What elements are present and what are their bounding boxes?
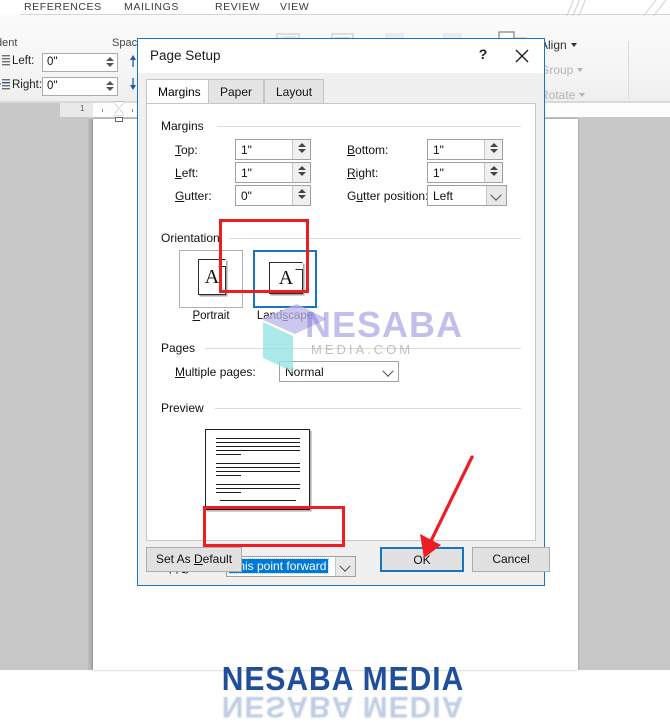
gutter-position-chevron-down-icon[interactable]	[486, 186, 506, 205]
left-margin-spinner[interactable]	[292, 163, 310, 182]
group-caret-icon	[577, 68, 584, 72]
rotate-label: Rotate	[540, 88, 576, 102]
multiple-pages-select[interactable]: Normal	[279, 361, 399, 382]
page-preview	[205, 429, 310, 510]
tab-layout[interactable]: Layout	[264, 79, 325, 103]
indent-right-label: Right:	[12, 79, 43, 91]
indent-right-value: 0"	[47, 80, 58, 92]
multiple-pages-label: Multiple pages:	[175, 365, 256, 379]
indent-right-icon	[0, 79, 10, 92]
preview-group-title: Preview	[161, 401, 210, 415]
gutter-position-value: Left	[433, 189, 454, 203]
orientation-group: Orientation A Portrait A Landscape	[161, 231, 521, 322]
ribbon-tab-review[interactable]: REVIEW	[215, 0, 260, 15]
ruler-first-line-indent-marker[interactable]	[114, 102, 124, 108]
help-icon[interactable]: ?	[474, 46, 492, 66]
ribbon-tab-view[interactable]: VIEW	[280, 0, 309, 15]
rotate-caret-icon	[579, 93, 586, 97]
indent-left-row: Left: 0"	[0, 53, 124, 72]
ruler-hanging-indent-marker[interactable]	[114, 109, 124, 115]
ribbon-tab-references[interactable]: REFERENCES	[24, 0, 102, 15]
gutter-input[interactable]: 0"	[235, 185, 311, 206]
indent-right-row: Right: 0"	[0, 77, 124, 96]
orientation-landscape-label: Landscape	[256, 310, 314, 322]
indent-left-input[interactable]: 0"	[42, 53, 118, 72]
align-caret-icon	[570, 43, 577, 47]
right-margin-value: 1"	[433, 166, 444, 180]
dialog-title: Page Setup	[150, 48, 221, 63]
gutter-position-select[interactable]: Left	[427, 185, 507, 206]
gutter-value: 0"	[241, 189, 252, 203]
margins-group-title: Margins	[161, 119, 210, 133]
orientation-portrait-label: Portrait	[192, 310, 230, 322]
right-margin-label: Right:	[347, 166, 379, 180]
tab-margins[interactable]: Margins	[146, 79, 213, 104]
ruler-tick-label: 1	[80, 104, 85, 113]
bottom-margin-spinner[interactable]	[484, 140, 502, 159]
left-margin-input[interactable]: 1"	[235, 162, 311, 183]
multiple-pages-chevron-down-icon[interactable]	[379, 362, 398, 381]
pages-group: Pages Multiple pages: Normal	[161, 341, 521, 390]
cancel-button[interactable]: Cancel	[472, 547, 550, 572]
left-margin-label: Left:	[175, 166, 199, 180]
margins-tab-panel: Margins Top: 1" Bottom: 1" Left: 1" Righ…	[146, 103, 536, 577]
ribbon-group-divider	[628, 41, 629, 99]
tab-paper[interactable]: Paper	[208, 79, 265, 103]
top-margin-input[interactable]: 1"	[235, 139, 311, 160]
gutter-label: Gutter:	[175, 189, 212, 203]
rotate-button[interactable]: Rotate	[540, 88, 586, 102]
ribbon-corner-decoration	[510, 0, 670, 16]
ok-button[interactable]: OK	[380, 547, 464, 572]
dialog-title-bar[interactable]: Page Setup ?	[138, 39, 544, 73]
margins-group: Margins Top: 1" Bottom: 1" Left: 1" Righ…	[161, 119, 521, 214]
annotation-box-landscape	[219, 219, 309, 293]
wordart-object[interactable]: NESABA MEDIA NESABA MEDIA	[218, 661, 468, 723]
bottom-margin-value: 1"	[433, 143, 444, 157]
orientation-group-title: Orientation	[161, 231, 226, 245]
indent-group-label: dent	[0, 37, 18, 49]
gutter-position-label: Gutter position:	[347, 189, 429, 203]
ruler-left-indent-marker[interactable]	[115, 117, 123, 122]
wordart-reflection: NESABA MEDIA	[221, 690, 465, 723]
align-button[interactable]: Align	[540, 38, 577, 52]
gutter-spinner[interactable]	[292, 186, 310, 205]
left-margin-value: 1"	[241, 166, 252, 180]
group-label: Group	[540, 63, 574, 77]
dialog-footer: Set As Default OK Cancel	[146, 545, 550, 577]
indent-left-label: Left:	[12, 55, 35, 67]
top-margin-value: 1"	[241, 143, 252, 157]
word-window: | REFERENCES MAILINGS REVIEW VIEW dent S…	[0, 0, 670, 723]
top-margin-label: Top:	[175, 143, 198, 157]
indent-left-spinner[interactable]	[103, 55, 116, 72]
bottom-margin-input[interactable]: 1"	[427, 139, 503, 160]
pages-group-title: Pages	[161, 341, 202, 355]
set-as-default-button[interactable]: Set As Default	[146, 547, 242, 572]
close-icon[interactable]	[510, 45, 534, 67]
page-setup-dialog[interactable]: Page Setup ? Margins Paper Layout Margin…	[137, 38, 550, 586]
indent-right-input[interactable]: 0"	[42, 77, 118, 96]
indent-left-value: 0"	[47, 56, 58, 68]
multiple-pages-value: Normal	[285, 365, 324, 379]
group-button[interactable]: Group	[540, 63, 584, 77]
right-margin-spinner[interactable]	[484, 163, 502, 182]
annotation-box-apply-to	[203, 506, 345, 547]
bottom-margin-label: Bottom:	[347, 143, 389, 157]
top-margin-spinner[interactable]	[292, 140, 310, 159]
indent-left-icon	[0, 55, 10, 68]
right-margin-input[interactable]: 1"	[427, 162, 503, 183]
indent-right-spinner[interactable]	[103, 79, 116, 96]
ribbon-tab-mailings[interactable]: MAILINGS	[124, 0, 179, 15]
